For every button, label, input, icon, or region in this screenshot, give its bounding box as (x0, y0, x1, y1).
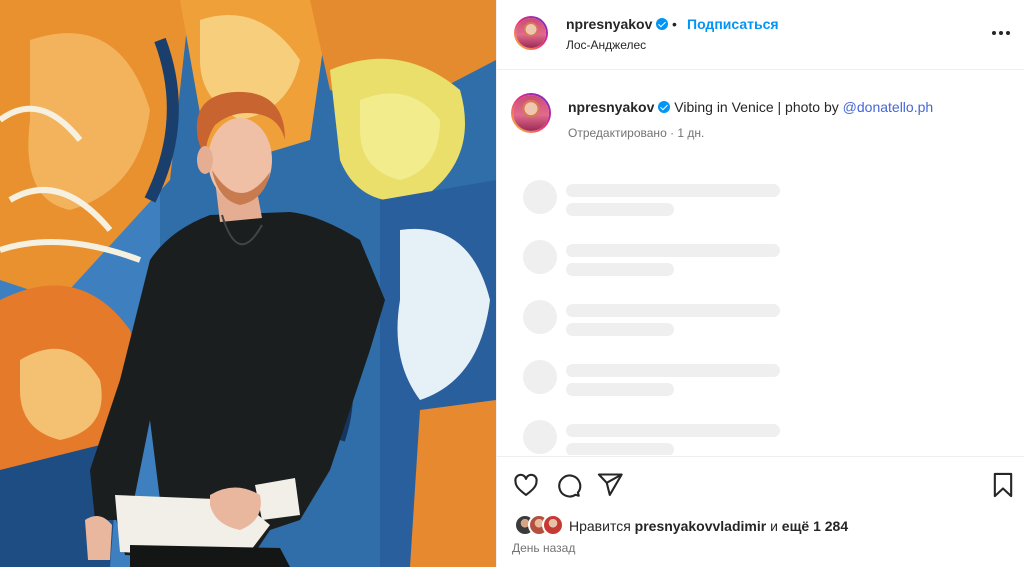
post-side-panel: npresnyakov • Подписаться Лос-Анджелес n… (496, 0, 1024, 567)
post-image (0, 0, 496, 567)
skeleton-comment (523, 290, 823, 336)
caption-verified-badge-icon (658, 101, 671, 113)
caption-author-avatar[interactable] (511, 93, 551, 133)
post-caption: npresnyakov Vibing in Venice | photo by … (497, 71, 1024, 161)
heart-icon[interactable] (512, 471, 540, 499)
post-timestamp[interactable]: День назад (512, 541, 575, 555)
likes-middle: и (766, 518, 782, 534)
caption-edited-time: Отредактировано · 1 дн. (568, 126, 705, 140)
caption-mention-link[interactable]: @donatello.ph (843, 99, 934, 115)
more-options-icon[interactable] (989, 24, 1013, 42)
post-photo[interactable] (0, 0, 496, 567)
comment-icon[interactable] (554, 471, 582, 499)
caption-text: Vibing in Venice | photo by (674, 99, 843, 115)
post-header: npresnyakov • Подписаться Лос-Анджелес (497, 0, 1024, 70)
liker-username[interactable]: presnyakovvladimir (635, 518, 767, 534)
liker-avatar[interactable] (542, 514, 564, 536)
post-location[interactable]: Лос-Анджелес (566, 38, 646, 52)
author-avatar[interactable] (514, 16, 548, 50)
comments-loading-skeleton (497, 170, 1024, 455)
separator-dot: • (672, 16, 677, 32)
author-username[interactable]: npresnyakov (566, 16, 652, 32)
post-modal: npresnyakov • Подписаться Лос-Анджелес n… (0, 0, 1024, 567)
author-username-wrap[interactable]: npresnyakov (566, 16, 669, 32)
likes-count[interactable]: ещё 1 284 (782, 518, 848, 534)
skeleton-comment (523, 230, 823, 276)
likes-prefix: Нравится (569, 518, 635, 534)
caption-username[interactable]: npresnyakov (568, 99, 654, 115)
send-icon[interactable] (596, 471, 624, 499)
likes-summary: Нравится presnyakovvladimir и ещё 1 284 (514, 514, 1014, 536)
caption-line: npresnyakov Vibing in Venice | photo by … (568, 99, 933, 115)
skeleton-comment (523, 410, 823, 455)
likes-text: Нравится presnyakovvladimir и ещё 1 284 (569, 518, 848, 534)
skeleton-comment (523, 170, 823, 216)
verified-badge-icon (656, 18, 669, 30)
post-actions-bar (497, 456, 1024, 511)
bookmark-icon[interactable] (989, 471, 1017, 499)
follow-button[interactable]: Подписаться (687, 16, 779, 32)
skeleton-comment (523, 350, 823, 396)
